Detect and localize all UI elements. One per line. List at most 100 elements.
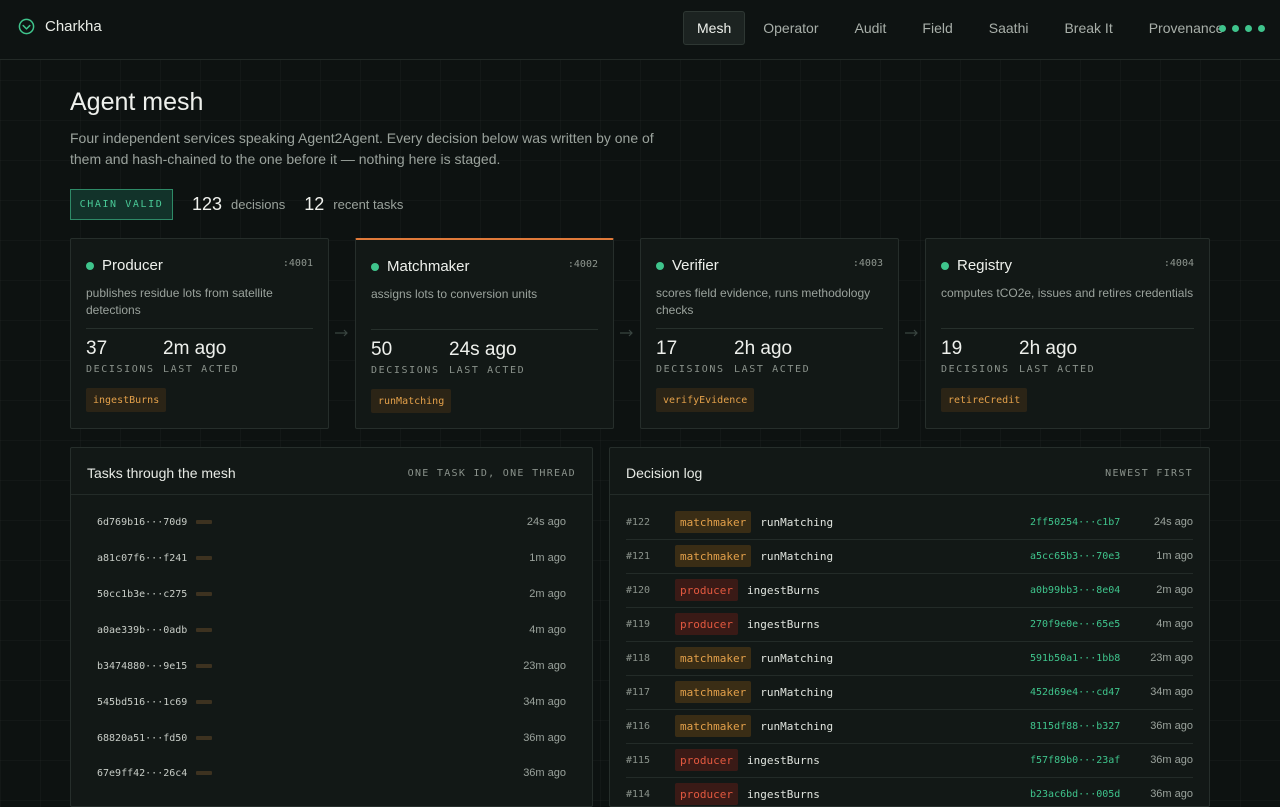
agent-role-badge: matchmaker bbox=[675, 715, 752, 737]
task-row[interactable]: b3474880···9e15 23m ago bbox=[97, 656, 566, 676]
decision-number: #114 bbox=[626, 788, 651, 800]
agent-card-header: Verifier bbox=[656, 257, 719, 274]
task-row[interactable]: a81c07f6···f241 1m ago bbox=[97, 548, 566, 568]
skill-tag: runMatching bbox=[371, 389, 452, 413]
brand[interactable]: Charkha bbox=[18, 18, 102, 35]
decision-time: 36m ago bbox=[1150, 788, 1193, 800]
task-progress-bar bbox=[196, 700, 213, 704]
decision-hash[interactable]: 8115df88···b327 bbox=[1030, 721, 1138, 732]
task-time: 2m ago bbox=[529, 588, 566, 600]
decision-log-row[interactable]: #116 matchmaker runMatching 8115df88···b… bbox=[626, 709, 1193, 744]
decision-log-row[interactable]: #117 matchmaker runMatching 452d69e4···c… bbox=[626, 675, 1193, 710]
decision-hash[interactable]: f57f89b0···23af bbox=[1030, 755, 1138, 766]
decision-hash[interactable]: b23ac6bd···005d bbox=[1030, 789, 1138, 800]
decision-hash[interactable]: 452d69e4···cd47 bbox=[1030, 687, 1138, 698]
decisions-label: decisions bbox=[231, 197, 286, 212]
divider bbox=[656, 328, 883, 329]
decision-log-title: Decision log bbox=[626, 465, 703, 481]
decision-log-row[interactable]: #122 matchmaker runMatching 2ff50254···c… bbox=[626, 505, 1193, 540]
task-row[interactable]: a0ae339b···0adb 4m ago bbox=[97, 620, 566, 640]
status-dot-icon bbox=[1219, 25, 1226, 32]
last-acted-value: 2h ago bbox=[1019, 338, 1078, 359]
decisions-label: DECISIONS bbox=[941, 364, 1010, 375]
decision-log-row[interactable]: #118 matchmaker runMatching 591b50a1···1… bbox=[626, 641, 1193, 676]
decision-action: ingestBurns bbox=[746, 583, 820, 597]
task-id: 6d769b16···70d9 bbox=[97, 516, 188, 528]
task-progress-bar bbox=[196, 520, 213, 524]
agent-card-verifier[interactable]: Verifier :4003 scores field evidence, ru… bbox=[640, 238, 899, 429]
tab-mesh[interactable]: Mesh bbox=[683, 11, 746, 45]
agent-role-badge: matchmaker bbox=[675, 545, 752, 567]
decision-hash[interactable]: a0b99bb3···8e04 bbox=[1030, 585, 1138, 596]
decision-action: ingestBurns bbox=[746, 753, 820, 767]
decision-hash[interactable]: 2ff50254···c1b7 bbox=[1030, 517, 1138, 528]
agent-role-badge: matchmaker bbox=[675, 511, 752, 533]
decision-time: 1m ago bbox=[1156, 550, 1193, 562]
online-status-icon bbox=[371, 262, 379, 271]
divider bbox=[71, 494, 592, 495]
last-acted-label: LAST ACTED bbox=[1019, 364, 1096, 375]
agent-card-producer[interactable]: Producer :4001 publishes residue lots fr… bbox=[70, 238, 329, 429]
tab-break-it[interactable]: Break It bbox=[1046, 11, 1130, 45]
task-id: 68820a51···fd50 bbox=[97, 732, 188, 744]
decision-number: #115 bbox=[626, 754, 651, 766]
task-progress-bar bbox=[196, 628, 213, 632]
last-acted-stat: 24s ago LAST ACTED bbox=[449, 339, 525, 376]
task-row[interactable]: 67e9ff42···26c4 36m ago bbox=[97, 763, 566, 783]
decision-log-row[interactable]: #119 producer ingestBurns 270f9e0e···65e… bbox=[626, 607, 1193, 642]
task-time: 36m ago bbox=[523, 732, 566, 744]
tab-field[interactable]: Field bbox=[904, 11, 970, 45]
tasks-label: recent tasks bbox=[333, 197, 404, 212]
decision-log-row[interactable]: #121 matchmaker runMatching a5cc65b3···7… bbox=[626, 539, 1193, 574]
skill-tag: ingestBurns bbox=[86, 388, 167, 412]
arrow-right-icon bbox=[905, 329, 918, 337]
task-row[interactable]: 545bd516···1c69 34m ago bbox=[97, 692, 566, 712]
agent-description: assigns lots to conversion units bbox=[371, 287, 538, 301]
decision-hash[interactable]: 591b50a1···1bb8 bbox=[1030, 653, 1138, 664]
decision-hash[interactable]: a5cc65b3···70e3 bbox=[1030, 551, 1138, 562]
status-dot-icon bbox=[1232, 25, 1239, 32]
task-row[interactable]: 6d769b16···70d9 24s ago bbox=[97, 512, 566, 532]
charkha-logo-icon bbox=[18, 18, 35, 35]
tasks-panel-subtitle: ONE TASK ID, ONE THREAD bbox=[407, 468, 576, 479]
task-id: a0ae339b···0adb bbox=[97, 624, 188, 636]
status-dot-icon bbox=[1245, 25, 1252, 32]
last-acted-label: LAST ACTED bbox=[449, 365, 526, 376]
decisions-value: 50 bbox=[371, 339, 393, 360]
tab-operator[interactable]: Operator bbox=[745, 11, 836, 45]
last-acted-value: 2m ago bbox=[163, 338, 227, 359]
agent-role-badge: producer bbox=[675, 783, 738, 805]
tab-saathi[interactable]: Saathi bbox=[971, 11, 1047, 45]
tab-audit[interactable]: Audit bbox=[836, 11, 904, 45]
agent-port: :4004 bbox=[1163, 258, 1194, 269]
skill-tag: retireCredit bbox=[941, 388, 1028, 412]
task-row[interactable]: 68820a51···fd50 36m ago bbox=[97, 728, 566, 748]
last-acted-stat: 2h ago LAST ACTED bbox=[734, 338, 810, 375]
decisions-label: DECISIONS bbox=[656, 364, 725, 375]
last-acted-stat: 2m ago LAST ACTED bbox=[163, 338, 239, 375]
decisions-label: DECISIONS bbox=[371, 365, 440, 376]
decision-log-row[interactable]: #115 producer ingestBurns f57f89b0···23a… bbox=[626, 743, 1193, 778]
decision-log-row[interactable]: #114 producer ingestBurns b23ac6bd···005… bbox=[626, 777, 1193, 806]
task-row[interactable]: 50cc1b3e···c275 2m ago bbox=[97, 584, 566, 604]
last-acted-value: 24s ago bbox=[449, 339, 517, 360]
decisions-count: 123 bbox=[192, 194, 223, 214]
task-time: 23m ago bbox=[523, 660, 566, 672]
status-dot-icon bbox=[1258, 25, 1265, 32]
agent-role-badge: producer bbox=[675, 749, 738, 771]
agent-port: :4001 bbox=[282, 258, 313, 269]
decision-time: 36m ago bbox=[1150, 754, 1193, 766]
divider bbox=[941, 328, 1194, 329]
skill-tag: verifyEvidence bbox=[656, 388, 755, 412]
decisions-stat: 37 DECISIONS bbox=[86, 338, 155, 375]
decision-number: #116 bbox=[626, 720, 651, 732]
task-time: 1m ago bbox=[529, 552, 566, 564]
top-nav-bar: Charkha Mesh Operator Audit Field Saathi… bbox=[0, 0, 1280, 60]
decision-log-row[interactable]: #120 producer ingestBurns a0b99bb3···8e0… bbox=[626, 573, 1193, 608]
agent-role-badge: matchmaker bbox=[675, 647, 752, 669]
agent-card-matchmaker[interactable]: Matchmaker :4002 assigns lots to convers… bbox=[355, 238, 614, 429]
decision-hash[interactable]: 270f9e0e···65e5 bbox=[1030, 619, 1138, 630]
task-progress-bar bbox=[196, 664, 213, 668]
task-time: 24s ago bbox=[526, 516, 566, 528]
agent-card-registry[interactable]: Registry :4004 computes tCO2e, issues an… bbox=[925, 238, 1210, 429]
